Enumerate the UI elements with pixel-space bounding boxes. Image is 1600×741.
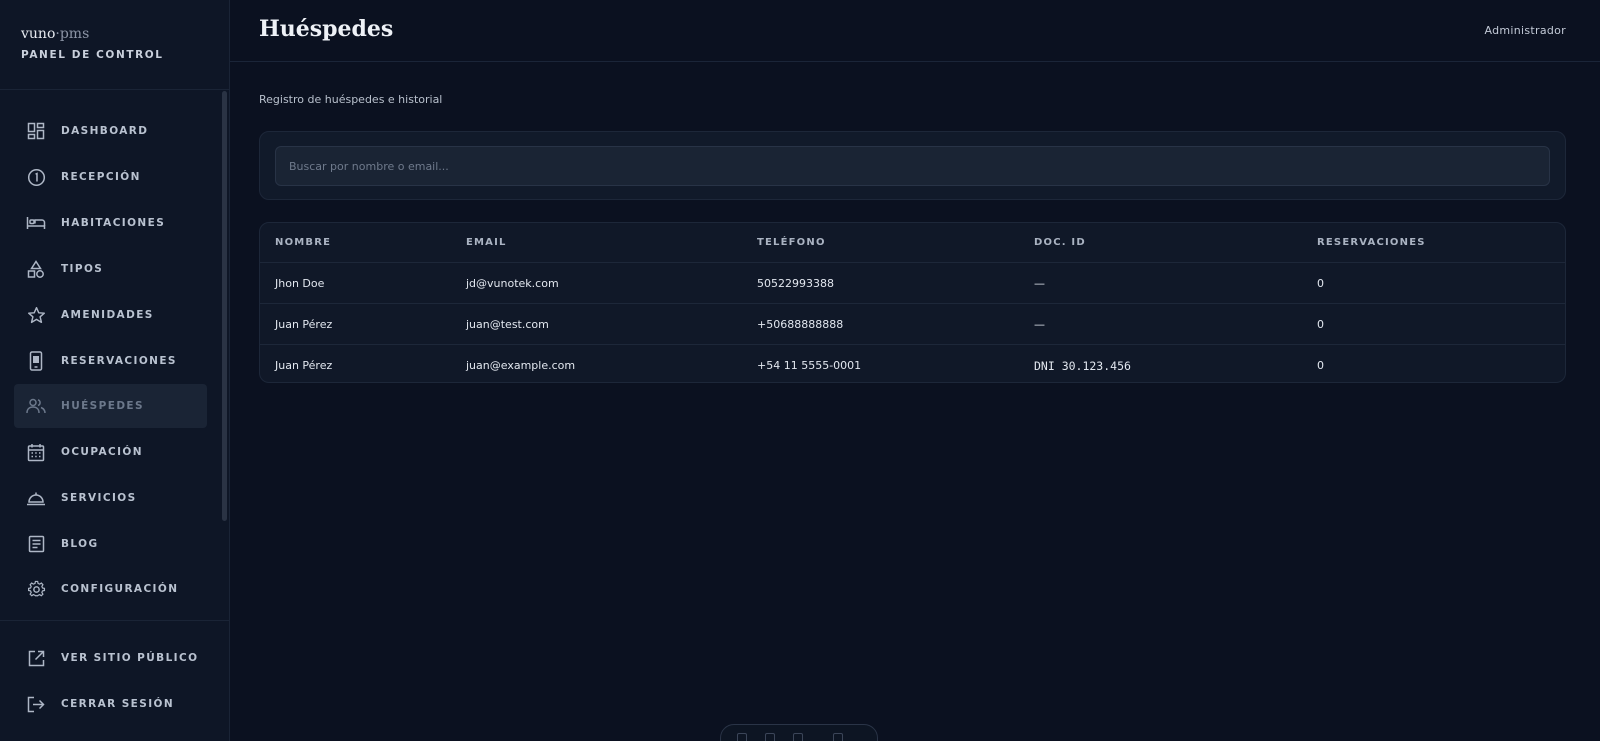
sidebar-item-label: VER SITIO PÚBLICO [61,652,199,664]
user-menu[interactable]: Administrador [1484,24,1566,37]
sidebar-item-tipos[interactable]: TIPOS [14,247,207,291]
search-input[interactable] [275,146,1550,186]
guest-email: juan@example.com [466,359,576,372]
table-row[interactable]: Juan Pérez juan@test.com +50688888888 — … [260,304,1565,345]
guest-phone: 50522993388 [757,276,834,290]
service-bell-icon [26,488,46,508]
guests-table: NOMBRE EMAIL TELÉFONO DOC. ID RESERVACIO… [259,222,1566,383]
table-header-row: NOMBRE EMAIL TELÉFONO DOC. ID RESERVACIO… [260,223,1565,263]
sidebar-item-label: OCUPACIÓN [61,446,143,458]
phone-icon [26,351,46,371]
page-subtitle: Registro de huéspedes e historial [259,93,443,106]
sidebar-item-label: BLOG [61,538,99,550]
external-link-icon [26,648,46,668]
guest-phone: +54 11 5555-0001 [757,359,862,372]
sidebar-item-servicios[interactable]: SERVICIOS [14,476,207,520]
sidebar-item-blog[interactable]: BLOG [14,522,207,566]
shapes-icon [26,259,46,279]
toolbar-icon[interactable] [833,733,843,741]
logout-button[interactable]: CERRAR SESIÓN [14,682,207,726]
guest-email: jd@vunotek.com [466,276,559,290]
brand-logo[interactable]: vuno·pms [21,26,164,42]
sidebar-item-label: RECEPCIÓN [61,171,141,183]
sidebar: vuno·pms PANEL DE CONTROL DASHBOARD RECE… [0,0,230,741]
sidebar-item-amenidades[interactable]: AMENIDADES [14,293,207,337]
column-header-nombre[interactable]: NOMBRE [275,223,331,262]
bed-icon [26,213,46,233]
article-icon [26,534,46,554]
column-header-telefono[interactable]: TELÉFONO [757,223,826,262]
column-header-reservaciones[interactable]: RESERVACIONES [1317,223,1426,262]
guest-doc-id: — [1034,317,1045,331]
toolbar-icon[interactable] [737,733,747,741]
sidebar-item-label: SERVICIOS [61,492,137,504]
star-icon [26,305,46,325]
reception-icon [26,167,46,187]
sidebar-item-dashboard[interactable]: DASHBOARD [14,109,207,153]
guest-name: Jhon Doe [275,276,325,290]
view-public-site-link[interactable]: VER SITIO PÚBLICO [14,636,207,680]
sidebar-item-label: TIPOS [61,263,104,275]
guest-reservations: 0 [1317,317,1324,331]
sidebar-item-recepcion[interactable]: RECEPCIÓN [14,155,207,199]
page-title: Huéspedes [259,16,394,42]
calendar-icon [26,442,46,462]
gear-icon [26,579,46,599]
guest-doc-id: DNI 30.123.456 [1034,358,1131,373]
logout-icon [26,694,46,714]
sidebar-item-label: AMENIDADES [61,309,154,321]
guest-name: Juan Pérez [275,359,333,372]
sidebar-item-reservaciones[interactable]: RESERVACIONES [14,339,207,383]
sidebar-item-habitaciones[interactable]: HABITACIONES [14,201,207,245]
sidebar-item-ocupacion[interactable]: OCUPACIÓN [14,430,207,474]
guest-email: juan@test.com [466,317,549,331]
guest-reservations: 0 [1317,276,1324,290]
sidebar-item-label: CERRAR SESIÓN [61,698,175,710]
guest-phone: +50688888888 [757,317,844,331]
sidebar-divider [0,620,230,621]
sidebar-item-label: CONFIGURACIÓN [61,583,179,595]
guests-icon [26,396,46,416]
dashboard-icon [26,121,46,141]
toolbar-icon[interactable] [793,733,803,741]
guest-doc-id: — [1034,276,1045,290]
sidebar-item-label: RESERVACIONES [61,355,177,367]
sidebar-divider [0,89,230,90]
brand-subtitle: PANEL DE CONTROL [21,49,164,61]
sidebar-item-label: DASHBOARD [61,125,149,137]
guest-name: Juan Pérez [275,317,333,331]
top-header: Huéspedes Administrador [230,0,1600,62]
guest-reservations: 0 [1317,359,1324,372]
column-header-doc-id[interactable]: DOC. ID [1034,223,1086,262]
brand: vuno·pms PANEL DE CONTROL [21,26,164,61]
sidebar-item-label: HABITACIONES [61,217,166,229]
sidebar-item-configuracion[interactable]: CONFIGURACIÓN [14,567,207,611]
brand-name-main: vuno [21,26,56,42]
column-header-email[interactable]: EMAIL [466,223,507,262]
sidebar-item-huespedes[interactable]: HUÉSPEDES [14,384,207,428]
sidebar-item-label: HUÉSPEDES [61,400,144,412]
app: vuno·pms PANEL DE CONTROL DASHBOARD RECE… [0,0,1600,741]
floating-toolbar[interactable] [720,724,878,741]
brand-name-suffix: ·pms [55,26,90,42]
table-row[interactable]: Jhon Doe jd@vunotek.com 50522993388 — 0 [260,263,1565,304]
table-row[interactable]: Juan Pérez juan@example.com +54 11 5555-… [260,345,1565,382]
sidebar-scrollbar[interactable] [222,91,227,521]
toolbar-icon[interactable] [765,733,775,741]
search-card [259,131,1566,200]
